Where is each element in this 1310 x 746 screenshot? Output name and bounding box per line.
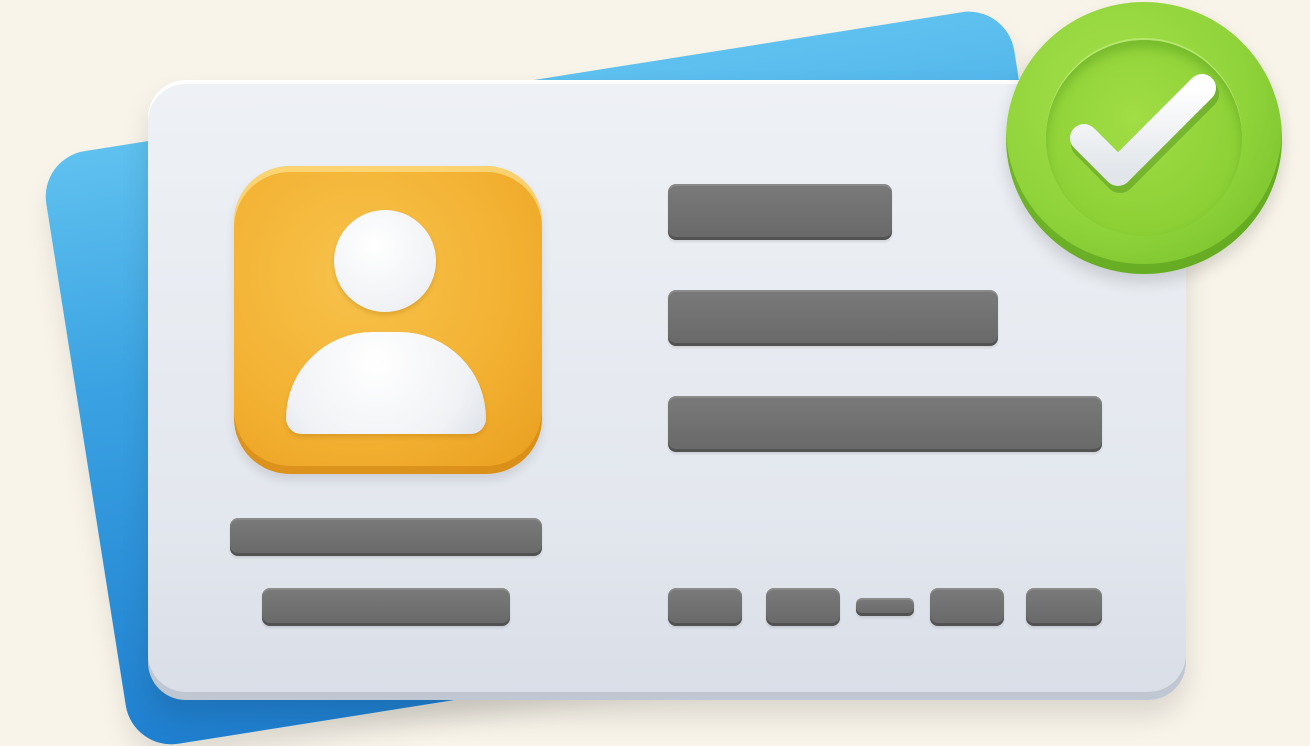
detail-placeholder-bar: [668, 290, 998, 346]
user-profile-icon-head: [334, 210, 436, 312]
id-code-dash: [856, 598, 914, 616]
checkmark-icon: [1070, 74, 1219, 193]
id-code-segment: [1026, 588, 1102, 626]
id-code-segment: [930, 588, 1004, 626]
user-profile-icon-body: [286, 332, 486, 434]
name-placeholder-bar: [668, 184, 892, 240]
avatar: [234, 166, 542, 474]
caption-placeholder-bar: [230, 518, 542, 556]
verified-badge: [1006, 2, 1282, 274]
caption-placeholder-bar-short: [262, 588, 510, 626]
id-code-segment: [766, 588, 840, 626]
id-code-segment: [668, 588, 742, 626]
id-card-illustration: [0, 0, 1310, 746]
detail-placeholder-bar-long: [668, 396, 1102, 452]
